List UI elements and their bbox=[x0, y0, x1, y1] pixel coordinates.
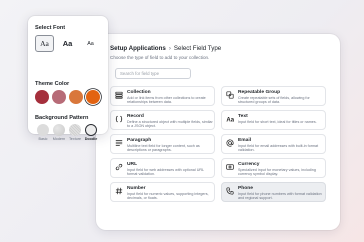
link-icon bbox=[115, 163, 123, 171]
theme-swatch-rose[interactable] bbox=[52, 90, 66, 104]
field-type-title: Number bbox=[127, 186, 146, 191]
hash-icon bbox=[115, 187, 123, 195]
field-type-title: Collection bbox=[127, 90, 151, 95]
pattern-label: Texture bbox=[68, 137, 82, 141]
collection-icon bbox=[115, 91, 123, 99]
repeat-icon bbox=[226, 91, 234, 99]
breadcrumb-separator: › bbox=[168, 45, 171, 52]
text-icon: Aa bbox=[226, 117, 234, 123]
field-type-url[interactable]: URL Input field for web addresses with o… bbox=[110, 158, 215, 178]
field-type-desc: Input field for numeric values, supporti… bbox=[127, 192, 209, 201]
theme-swatch-amber[interactable] bbox=[69, 90, 83, 104]
field-type-title: URL bbox=[127, 162, 138, 167]
pattern-modern[interactable] bbox=[53, 124, 65, 136]
field-type-title: Repeatable Group bbox=[238, 90, 281, 95]
pattern-label: Basic bbox=[38, 137, 48, 141]
background-pattern-heading: Background Pattern bbox=[35, 115, 89, 121]
field-type-paragraph[interactable]: Paragraph Multiline text field for longe… bbox=[110, 134, 215, 154]
field-type-dialog: Setup Applications › Select Field Type Cho… bbox=[96, 34, 340, 230]
field-type-desc: Multiline text field for longer content,… bbox=[127, 144, 200, 153]
pattern-label: Doodle bbox=[84, 137, 98, 141]
field-type-desc: Create repeatable sets of fields, allowi… bbox=[238, 96, 310, 105]
dialog-subtitle: Choose the type of field to add to your … bbox=[110, 55, 210, 60]
field-type-record[interactable]: Record Define a structured object with m… bbox=[110, 110, 215, 130]
search-input[interactable] bbox=[120, 71, 190, 76]
field-type-desc: Define a structured object with multiple… bbox=[127, 120, 213, 129]
font-option-sans[interactable]: Aa bbox=[58, 35, 77, 52]
pattern-texture[interactable] bbox=[69, 124, 81, 136]
field-type-title: Email bbox=[238, 138, 252, 143]
field-type-email[interactable]: Email Input field for email addresses wi… bbox=[221, 134, 326, 154]
svg-text:Aa: Aa bbox=[226, 117, 234, 123]
record-icon bbox=[115, 115, 123, 123]
search-box[interactable] bbox=[115, 68, 191, 79]
field-type-number[interactable]: Number Input field for numeric values, s… bbox=[110, 182, 215, 202]
field-type-currency[interactable]: Currency Specialized input for monetary … bbox=[221, 158, 326, 178]
pattern-basic[interactable] bbox=[37, 124, 49, 136]
field-type-desc: Input field for phone numbers with forma… bbox=[238, 192, 322, 201]
field-type-title: Paragraph bbox=[127, 138, 152, 143]
theme-swatch-orange[interactable] bbox=[86, 90, 100, 104]
field-type-phone[interactable]: Phone Input field for phone numbers with… bbox=[221, 182, 326, 202]
field-type-title: Record bbox=[127, 114, 144, 119]
field-type-desc: Specialized input for monetary values, i… bbox=[238, 168, 316, 177]
theme-color-heading: Theme Color bbox=[35, 81, 70, 87]
breadcrumb-parent[interactable]: Setup Applications bbox=[110, 45, 166, 52]
field-type-collection[interactable]: Collection Add or link items from other … bbox=[110, 86, 215, 106]
theme-swatch-crimson[interactable] bbox=[35, 90, 49, 104]
select-font-heading: Select Font bbox=[35, 25, 66, 31]
phone-icon bbox=[226, 187, 234, 195]
appearance-panel: Select Font Aa Aa Aa Theme Color Backgro… bbox=[28, 16, 108, 141]
email-icon bbox=[226, 139, 234, 147]
breadcrumb: Setup Applications › Select Field Type bbox=[110, 45, 221, 52]
field-type-desc: Add or link items from other collections… bbox=[127, 96, 206, 105]
font-option-small[interactable]: Aa bbox=[81, 35, 100, 52]
field-type-desc: Input field for email addresses with bui… bbox=[238, 144, 319, 153]
pattern-label: Modern bbox=[52, 137, 66, 141]
field-type-desc: Input field for short text, ideal for ti… bbox=[238, 120, 317, 124]
font-option-serif[interactable]: Aa bbox=[35, 35, 54, 52]
field-type-title: Phone bbox=[238, 186, 253, 191]
currency-icon bbox=[226, 164, 234, 170]
pattern-doodle[interactable] bbox=[85, 124, 97, 136]
field-type-desc: Input field for web addresses with optio… bbox=[127, 168, 204, 177]
field-type-title: Currency bbox=[238, 162, 260, 167]
field-type-title: Text bbox=[238, 114, 248, 119]
breadcrumb-current: Select Field Type bbox=[173, 45, 222, 52]
field-type-text[interactable]: Aa Text Input field for short text, idea… bbox=[221, 110, 326, 130]
field-type-repeatable-group[interactable]: Repeatable Group Create repeatable sets … bbox=[221, 86, 326, 106]
paragraph-icon bbox=[115, 140, 123, 146]
